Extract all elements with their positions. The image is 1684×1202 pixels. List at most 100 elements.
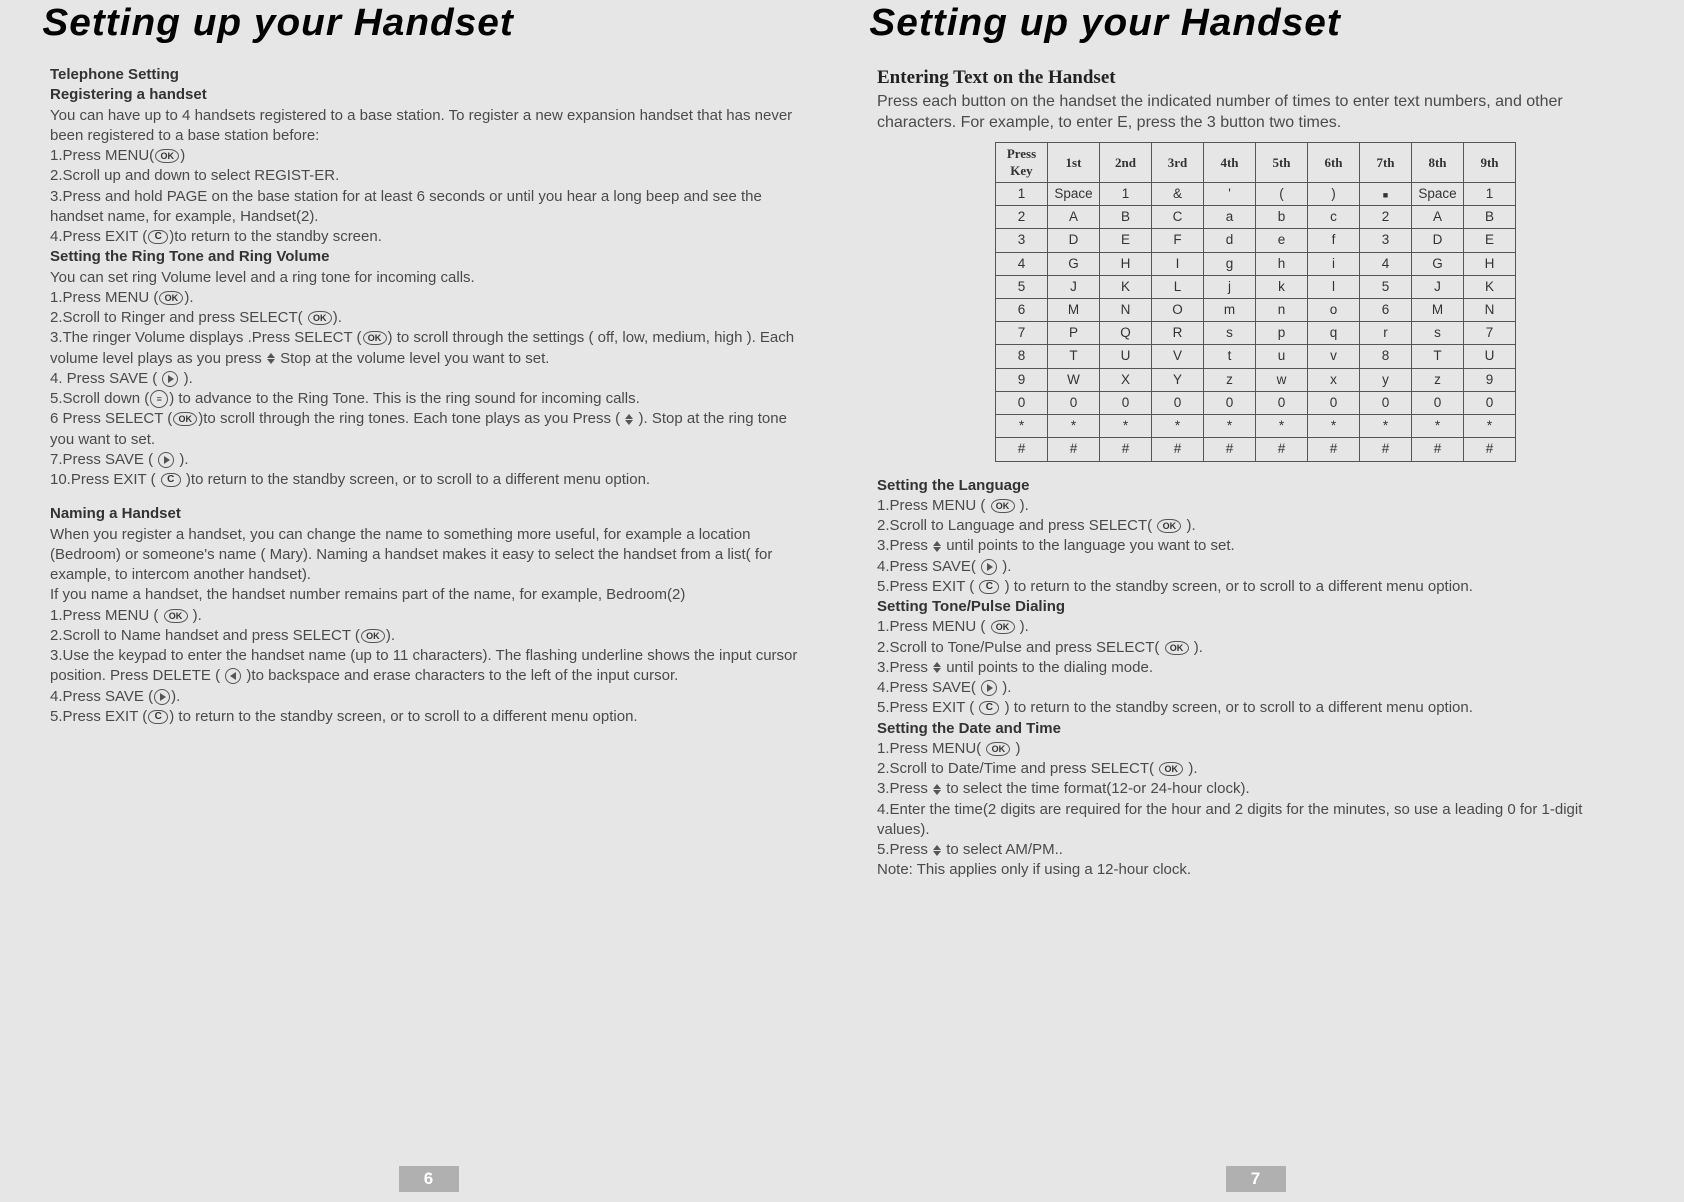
table-cell: B xyxy=(1464,206,1516,229)
table-row: 1Space1&'()■Space1 xyxy=(996,182,1516,205)
table-cell: Space xyxy=(1412,182,1464,205)
text-fragment: 1.Press MENU( xyxy=(877,740,985,757)
text-lang-step3: 3.Press until points to the language you… xyxy=(877,536,1634,556)
table-cell: N xyxy=(1464,299,1516,322)
table-cell: 3 xyxy=(996,229,1048,252)
table-cell: * xyxy=(1256,415,1308,438)
table-row: ########## xyxy=(996,438,1516,461)
heading-registering-handset: Registering a handset xyxy=(50,85,807,105)
text-ring-intro: You can set ring Volume level and a ring… xyxy=(50,268,807,288)
updown-icon xyxy=(625,414,633,425)
page-right: Setting up your Handset Entering Text on… xyxy=(842,0,1684,1202)
table-cell: A xyxy=(1412,206,1464,229)
play-left-icon xyxy=(225,668,241,684)
ok-icon: OK xyxy=(159,291,183,305)
table-cell: C xyxy=(1152,206,1204,229)
table-cell: c xyxy=(1308,206,1360,229)
table-cell: * xyxy=(1100,415,1152,438)
ok-icon: OK xyxy=(986,742,1010,756)
page-title-right: Setting up your Handset xyxy=(869,2,1641,45)
table-cell: 4 xyxy=(1360,252,1412,275)
text-fragment: ) to return to the standby screen, or to… xyxy=(169,708,637,725)
text-fragment: ). xyxy=(179,370,192,387)
text-ring-step5: 5.Scroll down (≡) to advance to the Ring… xyxy=(50,389,807,409)
table-cell: # xyxy=(1412,438,1464,461)
table-cell: A xyxy=(1048,206,1100,229)
table-cell: M xyxy=(1412,299,1464,322)
text-fragment: 4.Press SAVE ( xyxy=(50,688,153,705)
table-cell: l xyxy=(1308,275,1360,298)
table-cell: J xyxy=(1412,275,1464,298)
ok-icon: OK xyxy=(363,331,387,345)
table-cell: O xyxy=(1152,299,1204,322)
table-row: 5JKLjkl5JK xyxy=(996,275,1516,298)
table-cell: F xyxy=(1152,229,1204,252)
play-right-icon xyxy=(981,680,997,696)
text-fragment: 5.Press EXIT ( xyxy=(50,708,147,725)
text-fragment: 4. Press SAVE ( xyxy=(50,370,161,387)
text-tone-step5: 5.Press EXIT ( C ) to return to the stan… xyxy=(877,698,1634,718)
page-number-wrap-right: 7 xyxy=(877,1166,1634,1192)
text-fragment: ). xyxy=(175,451,188,468)
text-ring-step1: 1.Press MENU (OK). xyxy=(50,288,807,308)
table-header-cell: 4th xyxy=(1204,142,1256,182)
table-header-cell: 3rd xyxy=(1152,142,1204,182)
text-reg-step3: 3.Press and hold PAGE on the base statio… xyxy=(50,187,807,228)
heading-tone-pulse: Setting Tone/Pulse Dialing xyxy=(877,597,1634,617)
table-cell: 6 xyxy=(1360,299,1412,322)
text-fragment: ). xyxy=(998,558,1011,575)
text-fragment: until points to the dialing mode. xyxy=(942,659,1153,676)
table-cell: H xyxy=(1464,252,1516,275)
updown-icon xyxy=(933,662,941,673)
text-entry-table: Press Key1st2nd3rd4th5th6th7th8th9th 1Sp… xyxy=(995,142,1516,462)
table-cell: # xyxy=(1464,438,1516,461)
table-cell: z xyxy=(1412,368,1464,391)
c-icon: C xyxy=(148,710,168,724)
table-cell: X xyxy=(1100,368,1152,391)
text-fragment: 1.Press MENU ( xyxy=(50,607,163,624)
text-fragment: ). xyxy=(998,679,1011,696)
text-name-step5: 5.Press EXIT (C) to return to the standb… xyxy=(50,707,807,727)
text-fragment: )to return to the standby screen. xyxy=(169,228,382,245)
table-row: 7PQRspqrs7 xyxy=(996,322,1516,345)
page-title-left: Setting up your Handset xyxy=(42,2,814,45)
text-ring-step10: 10.Press EXIT ( C )to return to the stan… xyxy=(50,470,807,490)
table-cell: U xyxy=(1464,345,1516,368)
play-right-icon xyxy=(162,371,178,387)
table-cell: o xyxy=(1308,299,1360,322)
table-cell: G xyxy=(1412,252,1464,275)
table-cell: h xyxy=(1256,252,1308,275)
table-cell: # xyxy=(1048,438,1100,461)
table-cell: u xyxy=(1256,345,1308,368)
text-fragment: 1.Press MENU( xyxy=(50,147,154,164)
c-icon: C xyxy=(161,473,181,487)
table-cell: 9 xyxy=(996,368,1048,391)
table-cell: v xyxy=(1308,345,1360,368)
table-cell: 4 xyxy=(996,252,1048,275)
table-cell: ) xyxy=(1308,182,1360,205)
c-icon: C xyxy=(979,580,999,594)
heading-naming-handset: Naming a Handset xyxy=(50,504,807,524)
text-fragment: 1.Press MENU ( xyxy=(50,289,158,306)
table-cell: 0 xyxy=(1360,391,1412,414)
table-cell: 0 xyxy=(1204,391,1256,414)
table-cell: * xyxy=(1412,415,1464,438)
table-cell: 0 xyxy=(1464,391,1516,414)
table-cell: q xyxy=(1308,322,1360,345)
ok-icon: OK xyxy=(1165,641,1189,655)
text-fragment: 1.Press MENU ( xyxy=(877,618,990,635)
text-fragment: ). xyxy=(1016,618,1029,635)
text-fragment: 1.Press MENU ( xyxy=(877,497,990,514)
table-cell: 3 xyxy=(1360,229,1412,252)
text-reg-step4: 4.Press EXIT (C)to return to the standby… xyxy=(50,227,807,247)
table-cell: # xyxy=(1152,438,1204,461)
table-cell: 7 xyxy=(1464,322,1516,345)
table-cell: 6 xyxy=(996,299,1048,322)
table-header-cell: 6th xyxy=(1308,142,1360,182)
text-date-step5: 5.Press to select AM/PM.. xyxy=(877,840,1634,860)
text-lang-step4: 4.Press SAVE( ). xyxy=(877,557,1634,577)
table-cell: 0 xyxy=(1100,391,1152,414)
text-date-step1: 1.Press MENU( OK ) xyxy=(877,739,1634,759)
table-cell: * xyxy=(1204,415,1256,438)
table-cell: g xyxy=(1204,252,1256,275)
